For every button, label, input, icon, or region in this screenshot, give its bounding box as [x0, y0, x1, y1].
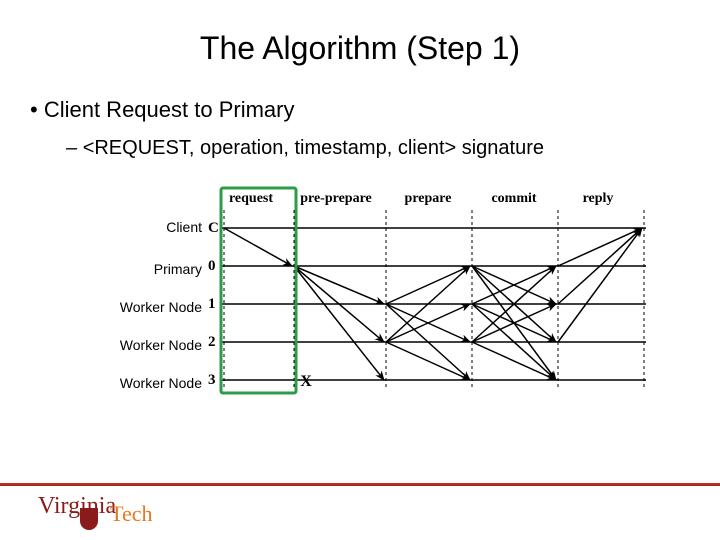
row-labels: Client Primary Worker Node Worker Node W… — [90, 220, 202, 414]
arrow-p-1-0 — [386, 266, 470, 304]
bullet-level1: Client Request to Primary — [30, 97, 690, 123]
bullet-level2: <REQUEST, operation, timestamp, client> … — [30, 137, 690, 160]
arrow-r-2 — [558, 228, 642, 342]
arrow-request — [224, 228, 292, 266]
arrow-p-2-3 — [386, 342, 470, 380]
phase-prepare: prepare — [405, 191, 452, 206]
phase-preprepare: pre-prepare — [300, 191, 372, 206]
virginia-tech-logo: VirginiaTech — [38, 493, 159, 520]
phase-commit: commit — [491, 191, 536, 206]
highlight-box-icon — [221, 188, 296, 393]
phase-request: request — [229, 191, 273, 206]
row-label-worker3: Worker Node — [90, 376, 202, 414]
node-3: 3 — [208, 372, 216, 388]
row-label-client: Client — [90, 220, 202, 258]
footer-divider — [0, 483, 720, 486]
logo-tech-text: Tech — [110, 501, 152, 526]
logo-virginia-text: Virginia — [38, 493, 116, 519]
node-c: C — [208, 220, 219, 236]
row-label-primary: Primary — [90, 262, 202, 300]
node-1: 1 — [208, 296, 216, 312]
arrow-r-0 — [558, 228, 642, 266]
node-0: 0 — [208, 258, 216, 274]
arrow-pp-3 — [294, 266, 384, 380]
content-area: Client Request to Primary <REQUEST, oper… — [0, 67, 720, 412]
row-label-worker1: Worker Node — [90, 300, 202, 338]
shield-icon — [80, 508, 98, 530]
arrow-c-2-3 — [472, 342, 556, 380]
slide-title: The Algorithm (Step 1) — [0, 0, 720, 67]
row-label-worker2: Worker Node — [90, 338, 202, 376]
arrow-pp-1 — [294, 266, 384, 304]
phase-reply: reply — [583, 191, 614, 206]
node-2: 2 — [208, 334, 216, 350]
diagram-svg: request pre-prepare prepare commit reply… — [206, 182, 666, 412]
diagram: Client Primary Worker Node Worker Node W… — [90, 182, 670, 412]
fault-mark: X — [300, 373, 312, 390]
footer: VirginiaTech — [0, 478, 720, 540]
